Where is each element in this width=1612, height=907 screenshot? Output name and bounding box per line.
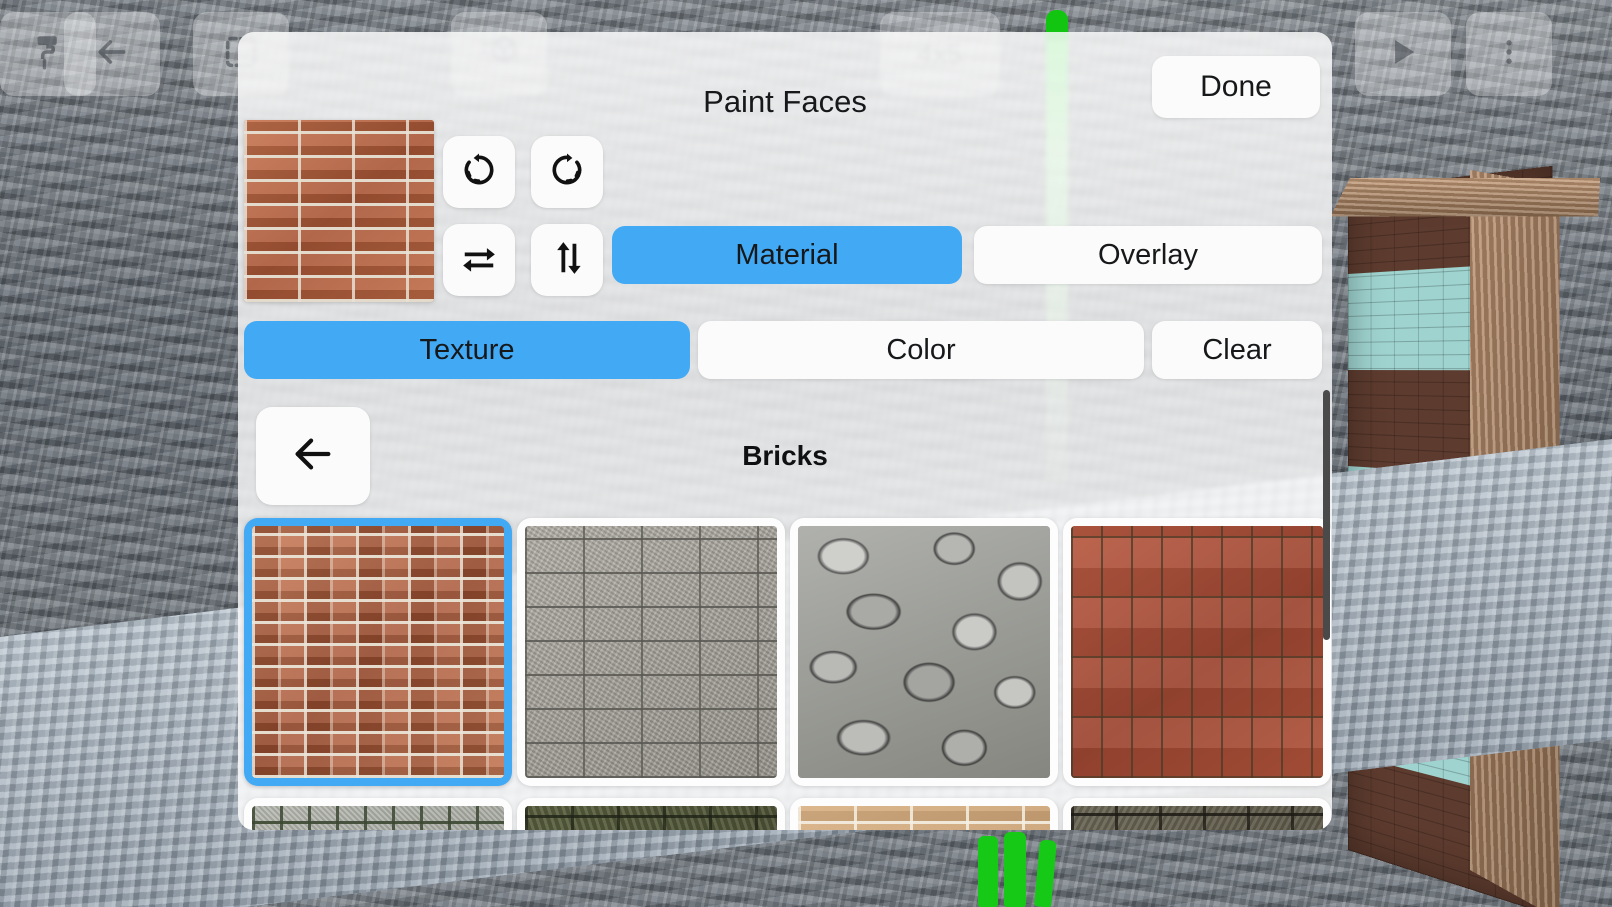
tab-color[interactable]: Color [698,321,1144,379]
texture-tile-dark-stone-blocks[interactable] [1063,798,1331,830]
play-icon [1384,33,1422,76]
texture-swatch [798,526,1050,778]
rotate-left-icon [460,151,498,194]
preview-swatch [244,120,434,302]
green-figure-leg-left [978,836,998,907]
wood-frame-top-model[interactable] [1330,178,1600,217]
texture-grid[interactable] [238,516,1332,830]
texture-tile-red-brick-wall[interactable] [244,518,512,786]
texture-swatch [1071,806,1323,830]
toolbar-play-button[interactable] [1355,12,1451,96]
tab-clear[interactable]: Clear [1152,321,1322,379]
toolbar-more-button[interactable] [1466,12,1552,96]
rotate-left-button[interactable] [443,136,515,208]
arrow-left-icon [92,32,132,77]
texture-preview [244,120,434,302]
paint-roller-icon [27,31,69,78]
flip-vertical-button[interactable] [531,224,603,296]
paint-faces-panel: Paint Faces Done Material Overlay Textur… [238,32,1332,830]
more-vertical-icon [1492,35,1526,74]
category-title: Bricks [742,440,828,471]
texture-tile-mossy-stone[interactable] [517,798,785,830]
vertical-scrollbar[interactable] [1323,390,1330,640]
rotate-right-button[interactable] [531,136,603,208]
tab-texture[interactable]: Texture [244,321,690,379]
texture-swatch [252,806,504,830]
texture-swatch [525,806,777,830]
flip-horizontal-button[interactable] [443,224,515,296]
tab-overlay[interactable]: Overlay [974,226,1322,284]
texture-swatch [798,806,1050,830]
green-figure-leg-right [1004,832,1026,907]
flip-horizontal-icon [460,239,498,282]
toolbar-paint-button[interactable] [0,12,96,96]
texture-tile-red-herringbone[interactable] [1063,518,1331,786]
texture-tile-gray-paving-blocks[interactable] [517,518,785,786]
texture-tile-gray-fieldstone[interactable] [790,518,1058,786]
texture-swatch [252,526,504,778]
texture-tile-gray-cobblestone[interactable] [244,798,512,830]
rotate-right-icon [548,151,586,194]
done-button[interactable]: Done [1152,56,1320,118]
texture-tile-sandstone-blocks[interactable] [790,798,1058,830]
texture-swatch [1071,526,1323,778]
tab-material[interactable]: Material [612,226,962,284]
texture-swatch [525,526,777,778]
flip-vertical-icon [548,239,586,282]
